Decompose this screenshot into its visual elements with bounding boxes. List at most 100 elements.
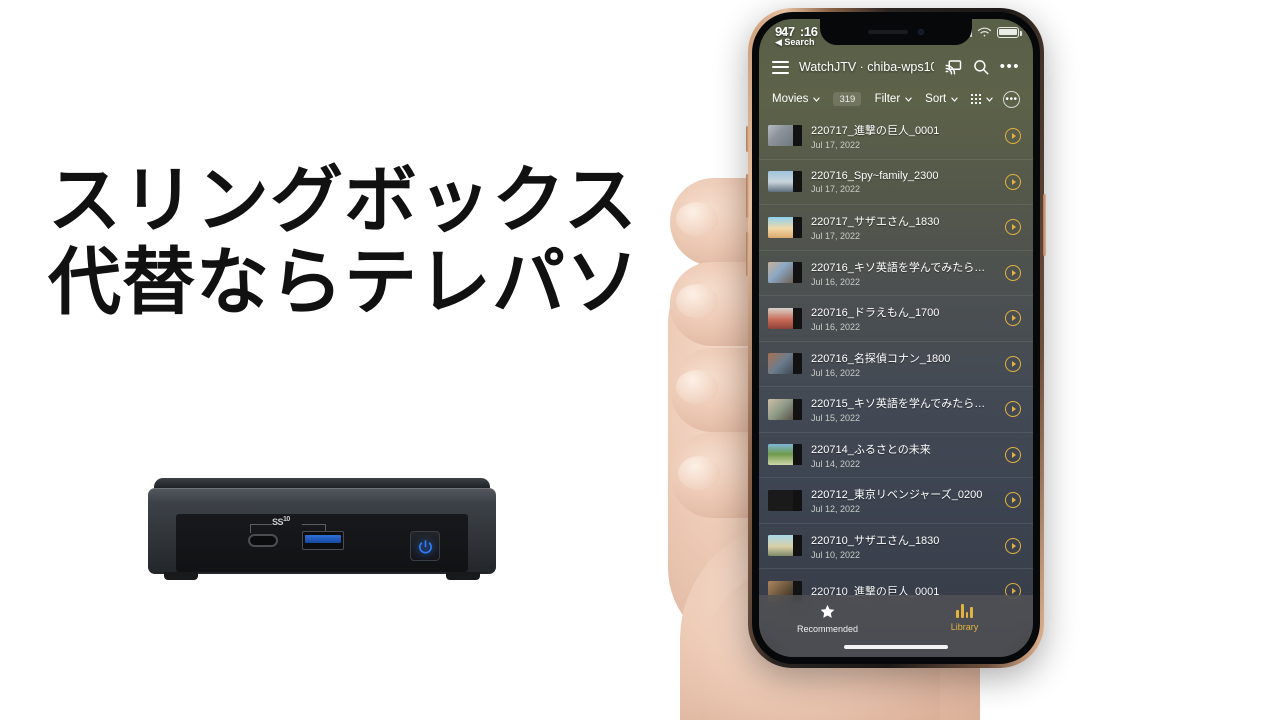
- overflow-menu-icon[interactable]: •••: [1000, 59, 1020, 74]
- thumbnail-image: [768, 444, 793, 466]
- list-item[interactable]: 220716_Spy~family_2300 Jul 17, 2022: [759, 158, 1033, 205]
- list-item-title: 220716_Spy~family_2300: [811, 169, 939, 182]
- thumbnail: [768, 262, 802, 284]
- list-item[interactable]: 220714_ふるさとの未来 Jul 14, 2022: [759, 431, 1033, 478]
- thumbnail: [768, 444, 802, 466]
- list-item-title: 220710_サザエさん_1830: [811, 534, 940, 547]
- more-options-icon[interactable]: •••: [1003, 90, 1020, 108]
- thumbnail-letterbox: [793, 125, 802, 147]
- list-item-text: 220716_Spy~family_2300 Jul 17, 2022: [811, 170, 996, 194]
- back-to-search-label: Search: [784, 37, 815, 47]
- page-title: スリングボックス 代替ならテレパソ: [48, 160, 688, 324]
- list-item-date: Jul 10, 2022: [811, 549, 861, 560]
- list-item[interactable]: 220717_進撃の巨人_0001 Jul 17, 2022: [759, 113, 1033, 159]
- list-item-date: Jul 17, 2022: [811, 183, 861, 194]
- cast-icon[interactable]: [944, 58, 962, 76]
- category-dropdown[interactable]: Movies: [772, 93, 821, 105]
- play-button[interactable]: [1005, 492, 1021, 509]
- app-title: WatchJTV · chiba-wps100...: [799, 60, 934, 74]
- list-item-text: 220717_サザエさん_1830 Jul 17, 2022: [811, 213, 996, 241]
- filter-label: Filter: [874, 93, 901, 105]
- thumbnail: [768, 353, 802, 375]
- list-item[interactable]: 220715_キソ英語を学んでみたら世界… Jul 15, 2022: [759, 386, 1033, 432]
- front-camera-icon: [918, 29, 924, 35]
- list-item-title: 220716_キソ英語を学んでみたら世界…: [811, 261, 996, 274]
- play-button[interactable]: [1005, 446, 1021, 463]
- fingernail-3: [676, 370, 718, 404]
- library-bars-icon: [956, 603, 973, 618]
- back-to-search-link[interactable]: ◀ Search: [775, 37, 814, 48]
- play-button[interactable]: [1005, 264, 1021, 281]
- phone-bezel: 9:47:16 ◀ Search WatchJTV · chiba-wps100…: [752, 12, 1040, 664]
- thumbnail-letterbox: [793, 489, 802, 511]
- hamburger-menu-icon[interactable]: [772, 60, 789, 74]
- chevron-down-icon: [986, 96, 993, 102]
- thumbnail-letterbox: [793, 262, 802, 284]
- thumbnail: [768, 489, 802, 511]
- app-toolbar: WatchJTV · chiba-wps100... •••: [759, 49, 1033, 85]
- play-button[interactable]: [1005, 173, 1021, 190]
- thumbnail-letterbox: [793, 444, 802, 466]
- list-item[interactable]: 220716_ドラえもん_1700 Jul 16, 2022: [759, 295, 1033, 341]
- home-indicator[interactable]: [844, 645, 948, 649]
- list-item-date: Jul 17, 2022: [811, 231, 861, 242]
- headline-line-1: スリングボックス: [48, 160, 638, 241]
- item-count-badge: 319: [833, 92, 862, 106]
- play-button[interactable]: [1005, 310, 1021, 327]
- list-item-title: 220717_進撃の巨人_0001: [811, 124, 940, 137]
- filter-toolbar: Movies 319 Filter Sort •••: [759, 85, 1033, 113]
- star-icon: [820, 604, 835, 618]
- battery-icon: [997, 26, 1022, 38]
- fingernail-2: [676, 284, 718, 318]
- chevron-down-icon: [951, 96, 958, 102]
- thumbnail-letterbox: [793, 535, 802, 557]
- list-item[interactable]: 220712_東京リベンジャーズ_0200 Jul 12, 2022: [759, 477, 1033, 523]
- volume-up-button[interactable]: [746, 174, 749, 218]
- thumbnail: [768, 171, 802, 193]
- list-item[interactable]: 220716_名探偵コナン_1800 Jul 16, 2022: [759, 340, 1033, 387]
- phone-screen: 9:47:16 ◀ Search WatchJTV · chiba-wps100…: [759, 19, 1033, 657]
- thumbnail-image: [768, 307, 793, 329]
- thumbnail-image: [768, 535, 793, 557]
- silent-switch[interactable]: [746, 126, 749, 152]
- thumbnail-letterbox: [793, 171, 802, 193]
- list-item-date: Jul 17, 2022: [811, 139, 861, 150]
- thumbnail-image: [768, 353, 793, 375]
- volume-down-button[interactable]: [746, 232, 749, 276]
- thumbnail: [768, 398, 802, 420]
- chevron-down-icon: [813, 96, 821, 102]
- power-icon: [418, 539, 432, 554]
- mini-pc-foot-right: [446, 572, 480, 580]
- superspeed-logo-text: SS: [272, 517, 284, 527]
- media-list[interactable]: 220717_進撃の巨人_0001 Jul 17, 2022 220716_Spy~…: [759, 113, 1033, 657]
- list-item[interactable]: 220710_サザエさん_1830 Jul 10, 2022: [759, 522, 1033, 569]
- list-item[interactable]: 220717_サザエさん_1830 Jul 17, 2022: [759, 204, 1033, 250]
- sort-label: Sort: [925, 93, 947, 105]
- list-item-date: Jul 15, 2022: [811, 413, 861, 424]
- play-button[interactable]: [1005, 127, 1021, 144]
- play-button[interactable]: [1005, 355, 1021, 372]
- play-button[interactable]: [1005, 537, 1021, 554]
- headline-line-2: 代替ならテレパソ: [48, 241, 640, 323]
- tab-library[interactable]: Library: [896, 603, 1033, 632]
- filter-dropdown[interactable]: Filter: [875, 93, 914, 105]
- superspeed-bracket-left: [250, 524, 272, 533]
- thumbnail-letterbox: [793, 216, 802, 238]
- tab-recommended-label: Recommended: [796, 624, 859, 634]
- list-item[interactable]: 220716_キソ英語を学んでみたら世界… Jul 16, 2022: [759, 249, 1033, 296]
- view-mode-dropdown[interactable]: [971, 94, 994, 104]
- play-button[interactable]: [1005, 219, 1021, 236]
- side-power-button[interactable]: [1043, 194, 1046, 256]
- sort-dropdown[interactable]: Sort: [925, 93, 959, 105]
- list-item-text: 220710_サザエさん_1830 Jul 10, 2022: [811, 532, 996, 560]
- play-button[interactable]: [1005, 401, 1021, 418]
- tab-recommended[interactable]: Recommended: [759, 603, 896, 634]
- list-item-title: 220714_ふるさとの未来: [811, 443, 931, 456]
- list-item-title: 220716_ドラえもん_1700: [811, 307, 940, 320]
- list-item-date: Jul 16, 2022: [811, 367, 861, 378]
- thumbnail-image: [768, 171, 793, 193]
- tab-library-label: Library: [950, 622, 979, 632]
- superspeed-usb-icon: SS10: [272, 516, 290, 527]
- power-button[interactable]: [410, 531, 440, 561]
- search-icon[interactable]: [972, 58, 990, 76]
